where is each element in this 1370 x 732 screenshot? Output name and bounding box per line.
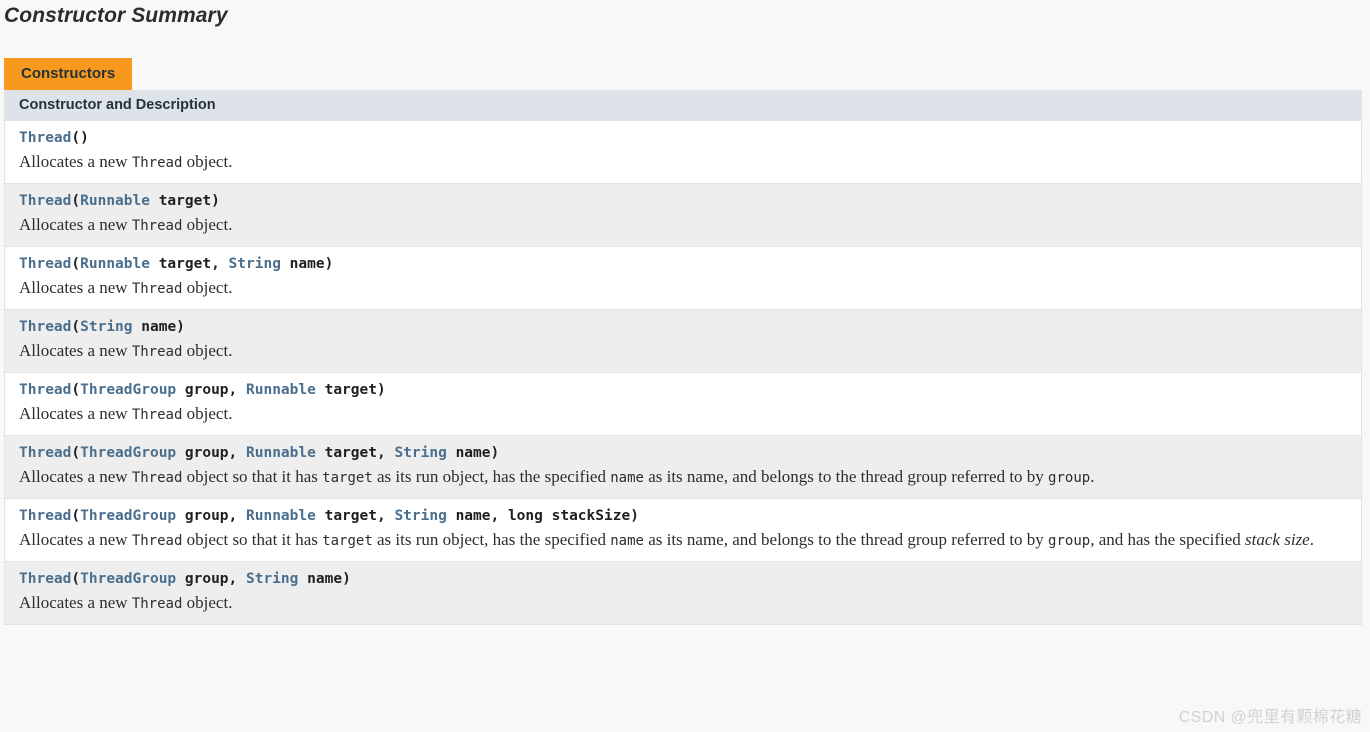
tab-constructors[interactable]: Constructors: [4, 58, 133, 90]
constructor-description: Allocates a new Thread object so that it…: [19, 467, 1095, 486]
table-row[interactable]: Thread(ThreadGroup group, Runnable targe…: [4, 372, 1362, 436]
constructor-cell: Thread() Allocates a new Thread object.: [4, 120, 1362, 184]
constructor-signature[interactable]: Thread(ThreadGroup group, String name): [19, 569, 1351, 590]
constructor-description: Allocates a new Thread object.: [19, 278, 233, 297]
constructor-signature[interactable]: Thread(Runnable target, String name): [19, 254, 1351, 275]
table-row[interactable]: Thread(ThreadGroup group, Runnable targe…: [4, 435, 1362, 499]
constructor-description: Allocates a new Thread object.: [19, 341, 233, 360]
constructor-signature[interactable]: Thread(): [19, 128, 1351, 149]
constructor-description: Allocates a new Thread object.: [19, 215, 233, 234]
table-row[interactable]: Thread() Allocates a new Thread object.: [4, 120, 1362, 184]
column-header-constructor-and-description: Constructor and Description: [4, 90, 1362, 121]
constructor-signature[interactable]: Thread(String name): [19, 317, 1351, 338]
table-row[interactable]: Thread(String name) Allocates a new Thre…: [4, 309, 1362, 373]
csdn-watermark: CSDN @兜里有颗棉花糖: [1178, 709, 1362, 726]
table-row[interactable]: Thread(ThreadGroup group, String name) A…: [4, 561, 1362, 625]
constructor-cell: Thread(ThreadGroup group, Runnable targe…: [4, 435, 1362, 499]
table-row[interactable]: Thread(Runnable target) Allocates a new …: [4, 183, 1362, 247]
constructor-summary-page: Constructor Summary Constructors Constru…: [0, 0, 1370, 732]
constructor-cell: Thread(ThreadGroup group, Runnable targe…: [4, 498, 1362, 562]
constructor-cell: Thread(ThreadGroup group, String name) A…: [4, 561, 1362, 625]
table-row[interactable]: Thread(ThreadGroup group, Runnable targe…: [4, 498, 1362, 562]
constructor-signature[interactable]: Thread(ThreadGroup group, Runnable targe…: [19, 380, 1351, 401]
constructor-signature[interactable]: Thread(ThreadGroup group, Runnable targe…: [19, 506, 1351, 527]
constructor-cell: Thread(Runnable target) Allocates a new …: [4, 183, 1362, 247]
constructor-signature[interactable]: Thread(Runnable target): [19, 191, 1351, 212]
constructor-cell: Thread(String name) Allocates a new Thre…: [4, 309, 1362, 373]
constructor-summary-table: Constructor and Description Thread() All…: [4, 90, 1362, 625]
constructor-cell: Thread(ThreadGroup group, Runnable targe…: [4, 372, 1362, 436]
table-header-row: Constructor and Description: [4, 90, 1362, 121]
tab-strip: Constructors: [0, 58, 1370, 90]
constructor-description: Allocates a new Thread object.: [19, 593, 233, 612]
constructor-description: Allocates a new Thread object.: [19, 152, 233, 171]
constructor-signature[interactable]: Thread(ThreadGroup group, Runnable targe…: [19, 443, 1351, 464]
table-body: Thread() Allocates a new Thread object. …: [4, 120, 1362, 625]
constructor-description: Allocates a new Thread object so that it…: [19, 530, 1314, 549]
constructor-description: Allocates a new Thread object.: [19, 404, 233, 423]
page-title: Constructor Summary: [4, 4, 228, 27]
constructor-cell: Thread(Runnable target, String name) All…: [4, 246, 1362, 310]
table-row[interactable]: Thread(Runnable target, String name) All…: [4, 246, 1362, 310]
